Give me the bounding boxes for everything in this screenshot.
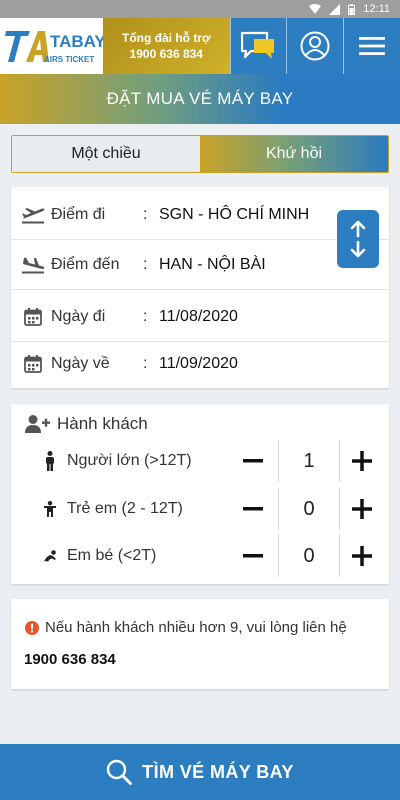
return-date-field[interactable]: Ngày về : 11/09/2020 xyxy=(11,339,389,389)
calendar-icon xyxy=(24,355,42,373)
child-increment-button[interactable] xyxy=(347,494,377,524)
notice-line: Nếu hành khách nhiều hơn 9, vui lòng liê… xyxy=(25,619,347,636)
adult-increment-button[interactable] xyxy=(347,446,377,476)
account-button[interactable] xyxy=(286,18,343,74)
child-count: 0 xyxy=(278,488,340,530)
logo-text: TABAY xyxy=(50,32,103,51)
departure-label: Điểm đi xyxy=(51,205,106,223)
plus-icon xyxy=(352,499,372,519)
adult-decrement-button[interactable] xyxy=(238,446,268,476)
infant-decrement-button[interactable] xyxy=(238,541,268,571)
minus-icon xyxy=(243,507,263,511)
depart-date-value: 11/08/2020 xyxy=(159,307,238,325)
return-date-label: Ngày về xyxy=(51,355,110,372)
depart-date-label: Ngày đi xyxy=(51,307,106,325)
search-button-label: TÌM VÉ MÁY BAY xyxy=(142,761,294,782)
takeoff-icon xyxy=(22,207,45,223)
logo-mark: TABAY AIRS TICKET xyxy=(5,31,106,64)
minus-icon xyxy=(243,459,263,463)
adult-icon xyxy=(46,451,54,471)
landing-icon xyxy=(22,257,45,273)
battery-icon xyxy=(348,3,356,15)
infant-label: Em bé (<2T) xyxy=(67,547,157,564)
passengers-card: Hành khách Người lớn (>12T) 1 Trẻ em (2 … xyxy=(11,404,389,584)
depart-date-field[interactable]: Ngày đi : 11/08/2020 xyxy=(11,292,389,342)
info-icon xyxy=(25,620,39,635)
infant-increment-button[interactable] xyxy=(347,541,377,571)
passengers-title: Hành khách xyxy=(25,414,148,434)
signal-icon xyxy=(329,3,341,15)
logo-subtext: AIRS TICKET xyxy=(44,55,94,64)
adult-label: Người lớn (>12T) xyxy=(67,452,192,469)
separator: : xyxy=(143,307,148,325)
hotline-number: 1900 636 834 xyxy=(129,47,203,61)
status-bar: 12:11 xyxy=(0,0,400,18)
search-flights-button[interactable]: TÌM VÉ MÁY BAY xyxy=(0,744,400,800)
departure-airport-field[interactable]: Điểm đi : SGN - HÔ CHÍ MINH xyxy=(11,190,389,240)
infant-icon xyxy=(44,550,56,562)
arrival-airport-field[interactable]: Điểm đến : HAN - NỘI BÀI xyxy=(11,240,389,290)
swap-airports-button[interactable] xyxy=(337,210,379,268)
plus-icon xyxy=(352,451,372,471)
trip-type-toggle: Một chiều Khứ hồi xyxy=(11,135,389,173)
page-title: ĐẶT MUA VÉ MÁY BAY xyxy=(0,74,400,124)
minus-icon xyxy=(243,554,263,558)
hotline-label: Tổng đài hỗ trợ xyxy=(122,31,211,45)
adult-row: Người lớn (>12T) 1 xyxy=(11,440,389,482)
search-icon xyxy=(106,759,133,785)
notice-card: Nếu hành khách nhiều hơn 9, vui lòng liê… xyxy=(11,599,389,689)
app-header: TABAY AIRS TICKET Tổng đài hỗ trợ 1900 6… xyxy=(0,18,400,74)
infant-count: 0 xyxy=(278,535,340,577)
chat-button[interactable] xyxy=(229,18,287,74)
chat-icon xyxy=(241,31,275,59)
wifi-icon xyxy=(309,4,322,14)
tab-one-way[interactable]: Một chiều xyxy=(12,136,200,172)
arrival-value: HAN - NỘI BÀI xyxy=(159,255,266,273)
calendar-icon xyxy=(24,307,42,326)
infant-row: Em bé (<2T) 0 xyxy=(11,535,389,577)
notice-phone[interactable]: 1900 636 834 xyxy=(24,651,116,668)
return-date-value: 11/09/2020 xyxy=(159,355,238,372)
menu-icon xyxy=(359,37,386,55)
arrival-label: Điểm đến xyxy=(51,255,120,273)
plus-icon xyxy=(352,546,372,566)
swap-icon xyxy=(350,220,366,258)
separator: : xyxy=(143,255,148,273)
add-person-icon xyxy=(25,415,50,433)
separator: : xyxy=(143,355,148,372)
tab-round-trip[interactable]: Khứ hồi xyxy=(200,136,388,172)
route-card: Điểm đi : SGN - HÔ CHÍ MINH Điểm đến : H… xyxy=(11,187,389,388)
separator: : xyxy=(143,205,148,223)
notice-text: Nếu hành khách nhiều hơn 9, vui lòng liê… xyxy=(45,619,347,636)
menu-button[interactable] xyxy=(343,18,400,74)
hotline[interactable]: Tổng đài hỗ trợ 1900 636 834 xyxy=(103,18,230,74)
status-time: 12:11 xyxy=(363,3,390,15)
passengers-title-label: Hành khách xyxy=(57,414,148,433)
child-row: Trẻ em (2 - 12T) 0 xyxy=(11,488,389,530)
user-icon xyxy=(300,31,330,61)
adult-count: 1 xyxy=(278,440,340,482)
child-label: Trẻ em (2 - 12T) xyxy=(67,500,183,517)
departure-value: SGN - HÔ CHÍ MINH xyxy=(159,205,310,223)
child-icon xyxy=(44,501,56,517)
child-decrement-button[interactable] xyxy=(238,494,268,524)
logo[interactable]: TABAY AIRS TICKET xyxy=(0,18,106,74)
